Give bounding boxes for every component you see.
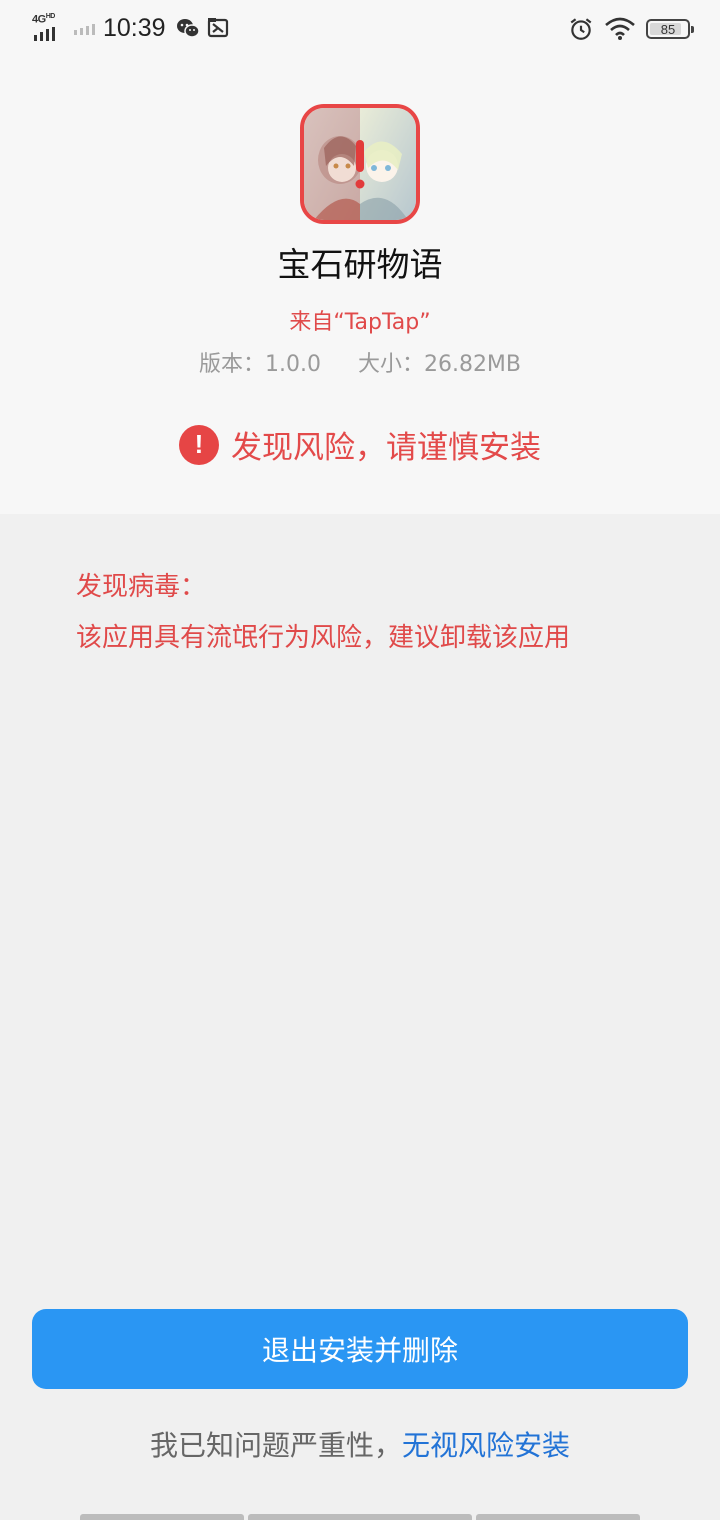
ignore-risk-install-link[interactable]: 无视风险安装 [402,1429,570,1462]
nav-bar-segment [476,1514,640,1520]
status-left: 4GHD 10:39 [32,12,236,44]
wifi-icon [605,17,635,40]
status-time: 10:39 [103,13,166,42]
app-size: 大小：26.82MB [357,352,522,377]
app-source: 来自“TapTap” [289,310,431,335]
exit-install-delete-button[interactable]: 退出安装并删除 [32,1309,688,1389]
battery-icon: 85 [646,19,694,39]
network-hd: HD [45,13,56,20]
exclamation-circle-icon: ! [179,424,219,465]
ignore-risk-prefix: 我已知问题严重性， [149,1429,402,1462]
risk-warning: ! 发现风险，请谨慎安装 [0,422,720,467]
virus-description: 该应用具有流氓行为风险，建议卸载该应用 [76,623,571,653]
home-indicator[interactable] [248,1514,472,1520]
app-name: 宝石研物语 [277,245,443,284]
app-version: 版本：1.0.0 [198,352,321,377]
battery-level: 85 [660,21,676,37]
nav-bar-segment [80,1514,244,1520]
image-app-icon [207,18,228,38]
status-right: 85 [568,14,694,44]
app-icon [300,104,420,224]
app-artwork-icon [304,108,416,220]
app-meta: 版本：1.0.0 大小：26.82MB [0,346,720,378]
virus-title: 发现病毒： [76,572,207,602]
status-bar: 4GHD 10:39 85 [0,0,720,56]
cellular-signal-icon: 4GHD [32,13,68,43]
secondary-signal-icon [74,21,95,35]
wechat-icon [176,19,200,38]
alarm-icon [570,18,592,40]
network-type: 4G [32,13,46,26]
ignore-risk-row: 我已知问题严重性，无视风险安装 [0,1424,720,1464]
risk-warning-text: 发现风险，请谨慎安装 [231,430,541,466]
